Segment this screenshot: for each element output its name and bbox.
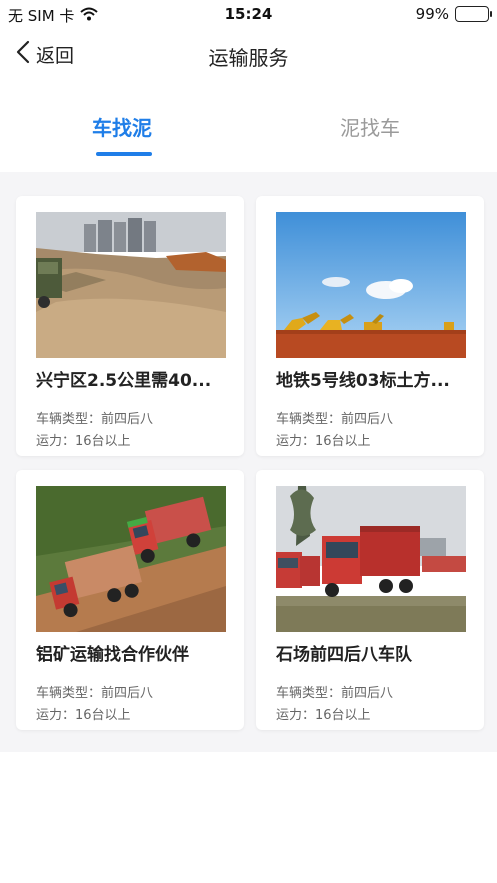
card-title: 兴宁区2.5公里需40... — [36, 371, 212, 391]
battery-percent: 99% — [415, 5, 449, 23]
card-grid: 兴宁区2.5公里需40... 车辆类型：前四后八 运力：16台以上 地铁5号线0… — [0, 172, 497, 752]
battery-icon — [455, 6, 492, 22]
page-title: 运输服务 — [208, 46, 289, 70]
listing-card[interactable]: 兴宁区2.5公里需40... 车辆类型：前四后八 运力：16台以上 — [16, 196, 244, 456]
listing-card[interactable]: 铝矿运输找合作伙伴 车辆类型：前四后八 运力：16台以上 — [16, 470, 244, 730]
vehicle-type: 车辆类型：前四后八 — [36, 412, 154, 427]
tab-bar: 车找泥 泥找车 — [0, 100, 497, 160]
dump-trucks-photo — [36, 486, 226, 632]
vehicle-type: 车辆类型：前四后八 — [276, 412, 394, 427]
nav-bar: 返回 运输服务 — [0, 28, 497, 84]
vehicle-type: 车辆类型：前四后八 — [276, 686, 394, 701]
vehicle-type: 车辆类型：前四后八 — [36, 686, 154, 701]
card-title: 地铁5号线03标土方... — [276, 371, 450, 391]
capacity: 运力：16台以上 — [36, 434, 131, 449]
truck-fleet-photo — [276, 486, 466, 632]
status-bar: 无 SIM 卡 15:24 99% — [0, 0, 497, 28]
status-right: 99% — [415, 5, 492, 23]
capacity: 运力：16台以上 — [36, 708, 131, 723]
card-title: 铝矿运输找合作伙伴 — [36, 645, 189, 665]
construction-site-photo — [36, 212, 226, 358]
excavators-photo — [276, 212, 466, 358]
active-tab-indicator — [96, 152, 152, 156]
capacity: 运力：16台以上 — [276, 434, 371, 449]
tab-truck-find-soil[interactable]: 车找泥 — [92, 112, 152, 141]
listing-card[interactable]: 地铁5号线03标土方... 车辆类型：前四后八 运力：16台以上 — [256, 196, 484, 456]
capacity: 运力：16台以上 — [276, 708, 371, 723]
tab-soil-find-truck[interactable]: 泥找车 — [340, 112, 400, 141]
card-title: 石场前四后八车队 — [276, 645, 412, 665]
listing-card[interactable]: 石场前四后八车队 车辆类型：前四后八 运力：16台以上 — [256, 470, 484, 730]
